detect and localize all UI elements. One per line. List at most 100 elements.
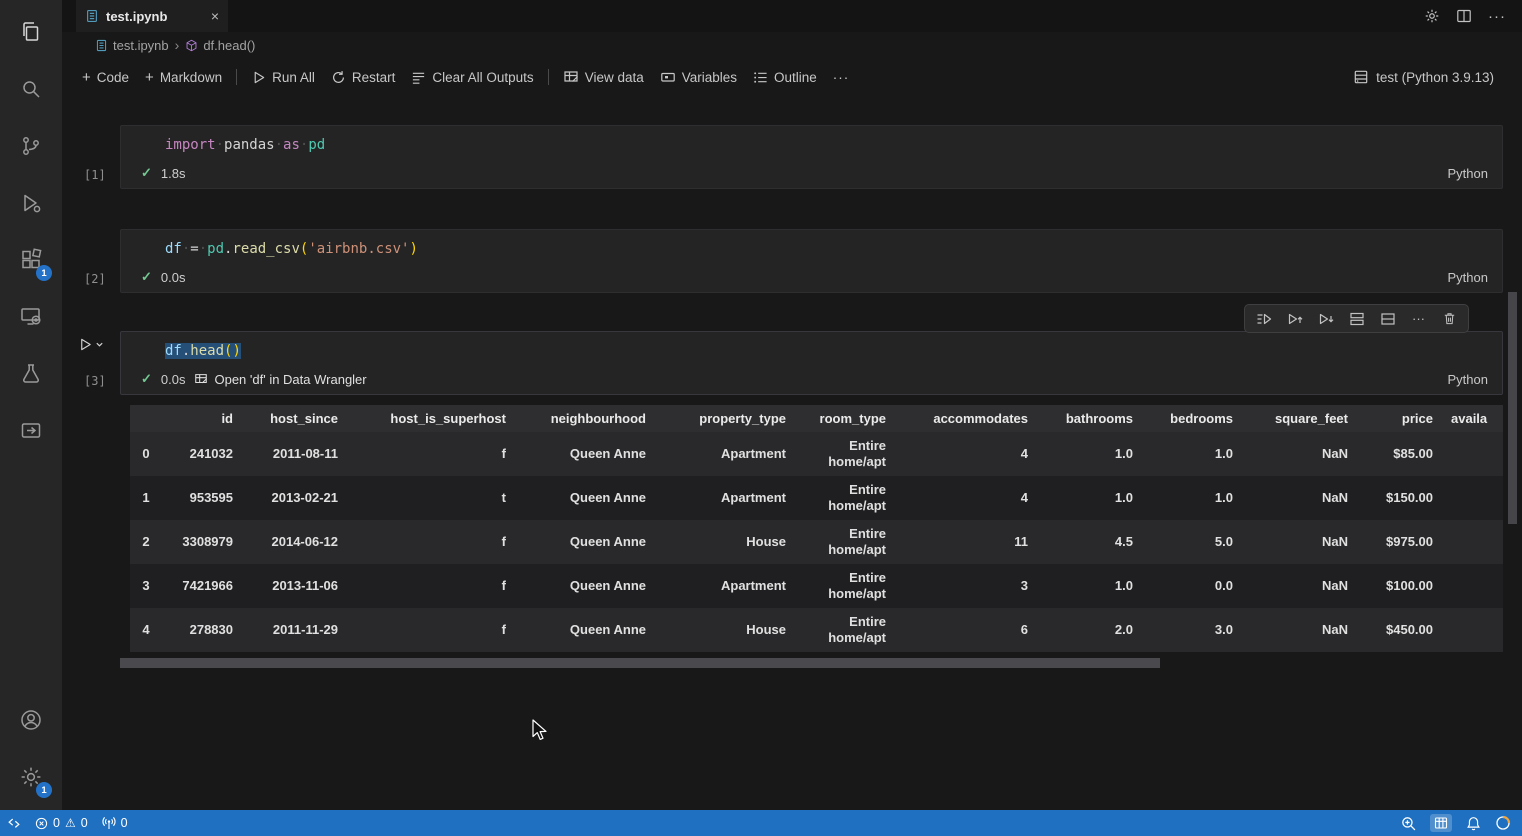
- zoom-icon: [1401, 816, 1416, 831]
- table-cell: 2.0: [1040, 608, 1145, 652]
- table-header-cell: property_type: [658, 405, 798, 432]
- run-all-button[interactable]: Run All: [243, 66, 323, 89]
- table-row: 42788302011-11-29fQueen AnneHouseEntire …: [130, 608, 1503, 652]
- remote-indicator[interactable]: [0, 810, 28, 836]
- table-cell: NaN: [1245, 520, 1360, 564]
- explorer-icon[interactable]: [7, 8, 55, 56]
- execute-cell-below-icon[interactable]: [1311, 306, 1340, 331]
- table-cell: 1.0: [1040, 564, 1145, 608]
- outline-button[interactable]: Outline: [745, 66, 825, 89]
- notebook-icon: [85, 9, 99, 23]
- execute-above-icon[interactable]: [1249, 306, 1278, 331]
- status-corner-icon[interactable]: [1488, 810, 1518, 836]
- table-header-cell: neighbourhood: [518, 405, 658, 432]
- table-cell: 1.0: [1145, 432, 1245, 476]
- error-count: 0: [53, 816, 60, 830]
- zoom-status[interactable]: [1394, 810, 1423, 836]
- cell-2-container[interactable]: df·=·pd.read_csv('airbnb.csv') ✓ 0.0s Py…: [120, 229, 1503, 293]
- tab-bar: test.ipynb × ···: [62, 0, 1522, 32]
- source-control-icon[interactable]: [7, 122, 55, 170]
- table-cell: 4: [130, 608, 170, 652]
- vertical-scrollbar[interactable]: [1508, 292, 1517, 524]
- table-cell: 4: [898, 432, 1040, 476]
- live-share-icon[interactable]: [7, 407, 55, 455]
- table-cell: Entire home/apt: [798, 520, 898, 564]
- add-markdown-cell-button[interactable]: + Markdown: [137, 66, 230, 89]
- clear-all-outputs-button[interactable]: Clear All Outputs: [403, 66, 541, 89]
- data-wrangler-status[interactable]: [1423, 810, 1459, 836]
- problems-indicator[interactable]: 0 ⚠ 0: [28, 810, 95, 836]
- cell-1-container[interactable]: import·pandas·as·pd ✓ 1.8s Python: [120, 125, 1503, 189]
- table-header-cell: accommodates: [898, 405, 1040, 432]
- table-grid-icon: [1430, 814, 1452, 832]
- table-cell: NaN: [1245, 564, 1360, 608]
- split-editor-icon[interactable]: [1456, 8, 1472, 24]
- notebook-icon: [95, 39, 108, 52]
- tab-close-icon[interactable]: ×: [211, 8, 219, 24]
- horizontal-scrollbar[interactable]: [120, 658, 1160, 668]
- cell-more-actions-icon[interactable]: ···: [1404, 306, 1433, 331]
- plus-icon: +: [145, 70, 154, 85]
- table-cell: f: [350, 432, 518, 476]
- view-data-button[interactable]: View data: [555, 65, 652, 89]
- table-header-cell: price: [1360, 405, 1445, 432]
- table-cell: Queen Anne: [518, 564, 658, 608]
- kernel-picker[interactable]: test (Python 3.9.13): [1353, 69, 1522, 85]
- ports-count: 0: [121, 816, 128, 830]
- breadcrumb-file[interactable]: test.ipynb: [95, 38, 169, 53]
- dataframe-table: idhost_sincehost_is_superhostneighbourho…: [130, 405, 1503, 652]
- accounts-icon[interactable]: [7, 696, 55, 744]
- cell-language[interactable]: Python: [1448, 372, 1488, 387]
- table-cell: 1.0: [1040, 432, 1145, 476]
- execute-cell-above-icon[interactable]: [1280, 306, 1309, 331]
- warning-count: 0: [81, 816, 88, 830]
- remote-explorer-icon[interactable]: [7, 293, 55, 341]
- table-cell: 5.0: [1145, 520, 1245, 564]
- warning-icon: ⚠: [65, 816, 76, 830]
- code-line[interactable]: import·pandas·as·pd: [121, 126, 1502, 158]
- testing-icon[interactable]: [7, 350, 55, 398]
- error-icon: [35, 817, 48, 830]
- search-icon[interactable]: [7, 65, 55, 113]
- tab-test-ipynb[interactable]: test.ipynb ×: [76, 0, 228, 32]
- run-cell-button[interactable]: [78, 337, 104, 352]
- restart-button[interactable]: Restart: [323, 66, 404, 89]
- run-debug-icon[interactable]: [7, 179, 55, 227]
- configure-layout-gear-icon[interactable]: [1424, 8, 1440, 24]
- breadcrumb-symbol-label: df.head(): [203, 38, 255, 53]
- more-actions-icon[interactable]: ···: [1488, 8, 1506, 25]
- table-cell: t: [350, 476, 518, 520]
- table-row: 19535952013-02-21tQueen AnneApartmentEnt…: [130, 476, 1503, 520]
- collapse-output-icon[interactable]: [1373, 306, 1402, 331]
- breadcrumb-symbol[interactable]: df.head(): [185, 38, 255, 53]
- variables-button[interactable]: Variables: [652, 65, 745, 89]
- cell-language[interactable]: Python: [1448, 166, 1488, 181]
- extensions-icon[interactable]: 1: [7, 236, 55, 284]
- notifications-bell[interactable]: [1459, 810, 1488, 836]
- add-code-cell-button[interactable]: + Code: [74, 66, 137, 89]
- table-header-cell: host_is_superhost: [350, 405, 518, 432]
- table-cell: [1445, 564, 1503, 608]
- toolbar-divider: [236, 69, 237, 85]
- delete-cell-icon[interactable]: [1435, 306, 1464, 331]
- symbol-method-icon: [185, 39, 198, 52]
- table-cell: Queen Anne: [518, 520, 658, 564]
- status-bar: 0 ⚠ 0 0: [0, 810, 1522, 836]
- split-cell-icon[interactable]: [1342, 306, 1371, 331]
- code-line[interactable]: df.head(): [121, 332, 1502, 364]
- table-cell: Queen Anne: [518, 608, 658, 652]
- toolbar-more-actions[interactable]: ···: [825, 66, 858, 89]
- cell-1: [1] import·pandas·as·pd ✓ 1.8s Python: [120, 125, 1503, 189]
- code-line[interactable]: df·=·pd.read_csv('airbnb.csv'): [121, 230, 1502, 262]
- settings-gear-icon[interactable]: 1: [7, 753, 55, 801]
- open-in-data-wrangler-link[interactable]: Open 'df' in Data Wrangler: [194, 372, 366, 387]
- editor-actions: ···: [1424, 0, 1522, 32]
- table-header-cell: id: [170, 405, 245, 432]
- ports-indicator[interactable]: 0: [95, 810, 135, 836]
- success-check-icon: ✓: [141, 269, 152, 285]
- table-cell: 2011-11-29: [245, 608, 350, 652]
- cell-language[interactable]: Python: [1448, 270, 1488, 285]
- table-header-cell: room_type: [798, 405, 898, 432]
- add-code-label: Code: [97, 70, 129, 85]
- cell-3-container[interactable]: df.head() ✓ 0.0s Open 'df' in Data Wrang…: [120, 331, 1503, 395]
